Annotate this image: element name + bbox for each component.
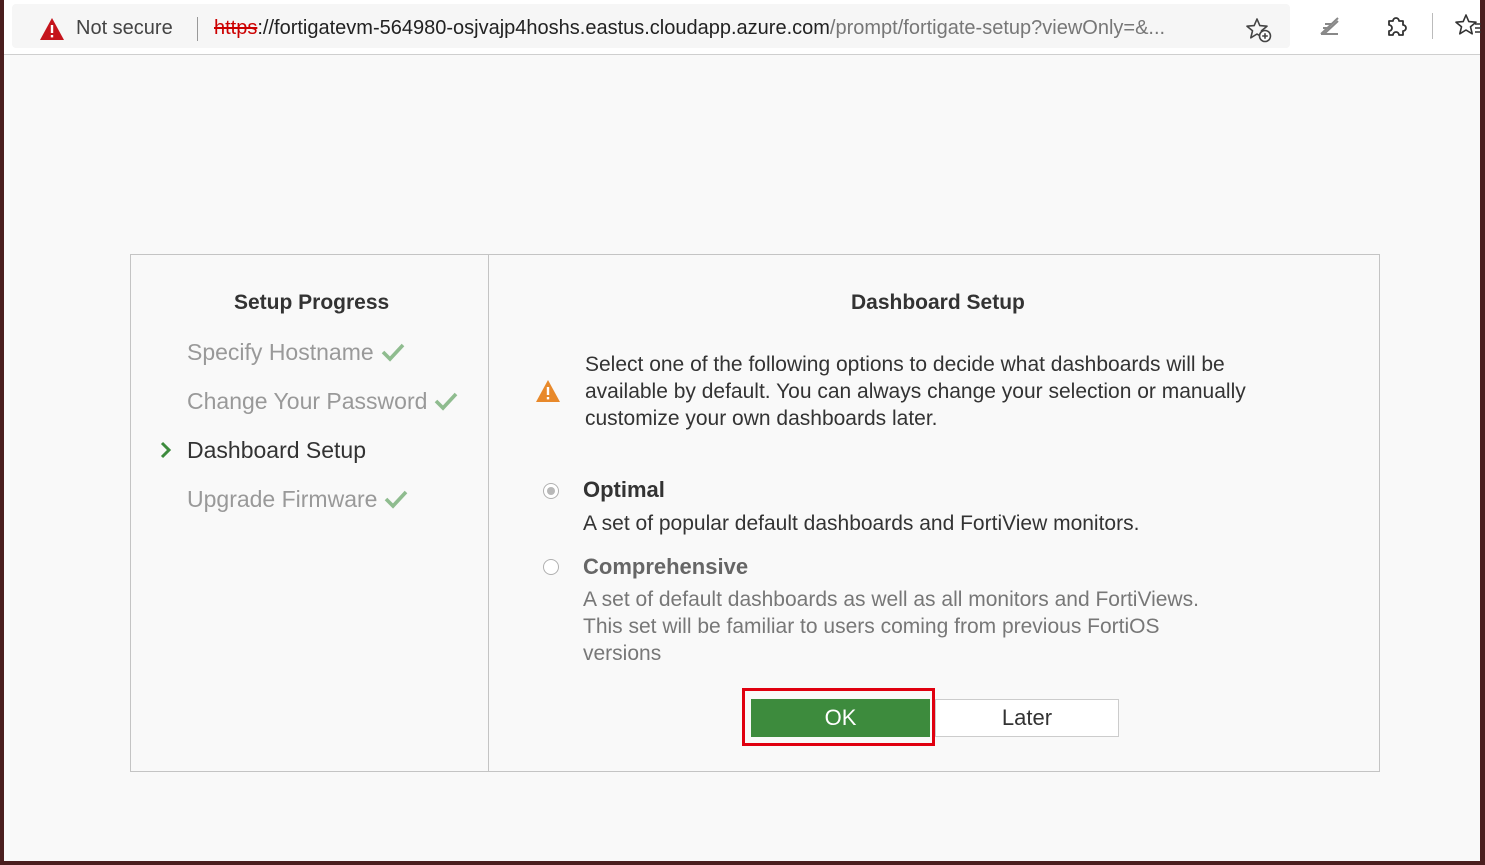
toolbar-separator <box>1432 13 1433 39</box>
step-label: Change Your Password <box>187 388 428 414</box>
chevron-right-icon <box>160 441 172 459</box>
ok-button[interactable]: OK <box>751 699 930 737</box>
later-button[interactable]: Later <box>935 699 1119 737</box>
step-upgrade-firmware: Upgrade Firmware <box>187 486 409 513</box>
url-host: ://fortigatevm-564980-osjvajp4hoshs.east… <box>257 17 830 39</box>
address-separator <box>197 17 198 41</box>
browser-window: Not secure https://fortigatevm-564980-os… <box>4 0 1482 861</box>
step-dashboard-setup: Dashboard Setup <box>187 437 366 464</box>
add-favorite-icon[interactable] <box>1245 16 1273 44</box>
setup-panel: Setup Progress Specify Hostname Change Y… <box>130 254 1380 772</box>
favorites-icon[interactable] <box>1454 12 1482 40</box>
option-comprehensive-description: A set of default dashboards as well as a… <box>583 588 1199 665</box>
address-bar: Not secure https://fortigatevm-564980-os… <box>4 0 1482 55</box>
progress-title: Setup Progress <box>234 291 390 314</box>
url-box[interactable]: Not secure https://fortigatevm-564980-os… <box>12 4 1290 48</box>
step-label: Specify Hostname <box>187 339 374 365</box>
step-label: Dashboard Setup <box>187 437 367 463</box>
url-text[interactable]: https://fortigatevm-564980-osjvajp4hoshs… <box>214 17 1165 40</box>
option-comprehensive-title[interactable]: Comprehensive <box>583 554 748 580</box>
option-optimal-title[interactable]: Optimal <box>583 477 665 503</box>
intro-text: Select one of the following options to d… <box>585 353 1246 430</box>
option-optimal-description: A set of popular default dashboards and … <box>583 512 1140 535</box>
extensions-icon[interactable] <box>1383 12 1411 40</box>
reading-view-icon[interactable] <box>1316 12 1344 40</box>
check-icon <box>435 392 458 411</box>
dashboard-setup: Dashboard Setup Select one of the follow… <box>489 255 1379 771</box>
radio-optimal[interactable] <box>543 483 559 499</box>
warning-icon <box>536 380 560 402</box>
security-label[interactable]: Not secure <box>76 17 173 40</box>
check-icon <box>385 490 408 509</box>
step-label: Upgrade Firmware <box>187 486 378 512</box>
dashboard-title: Dashboard Setup <box>851 291 1025 314</box>
setup-progress: Setup Progress Specify Hostname Change Y… <box>131 255 489 771</box>
radio-comprehensive[interactable] <box>543 559 559 575</box>
check-icon <box>381 343 404 362</box>
step-change-password: Change Your Password <box>187 388 459 415</box>
url-path: /prompt/fortigate-setup?viewOnly=&... <box>829 17 1166 39</box>
url-scheme: https <box>214 17 258 39</box>
warning-icon[interactable] <box>39 17 65 41</box>
step-specify-hostname: Specify Hostname <box>187 339 406 366</box>
